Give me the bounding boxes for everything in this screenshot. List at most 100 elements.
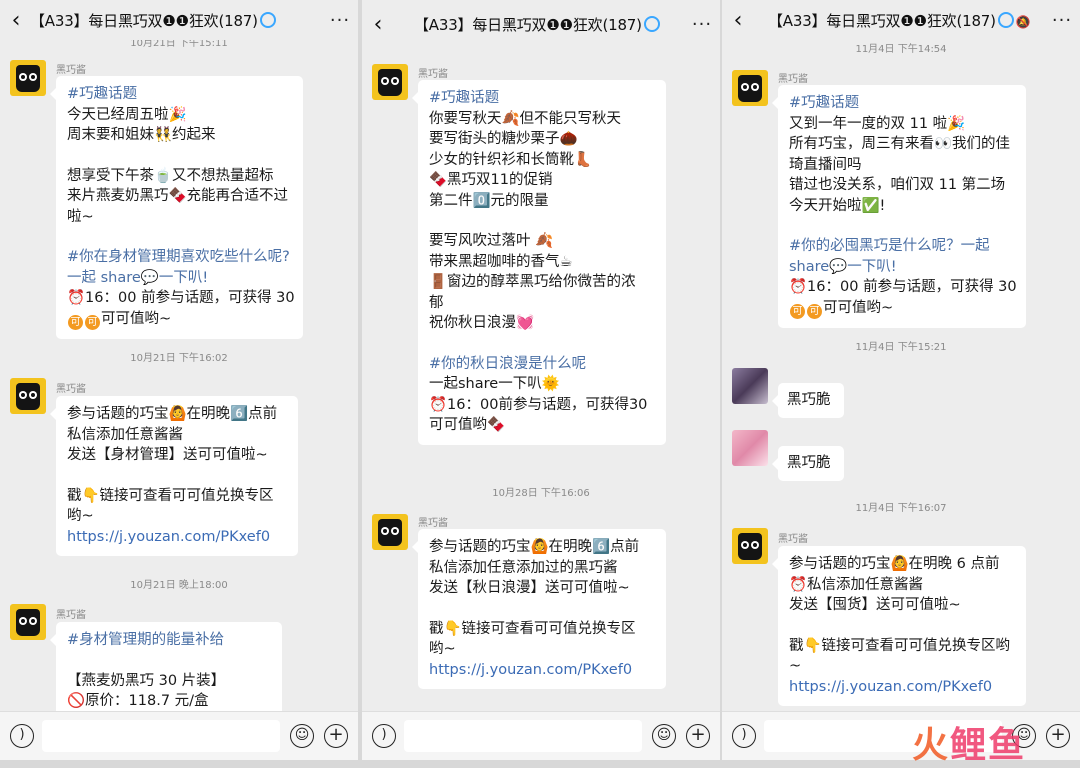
message-line: 戳👇链接可查看可可值兑换专区 (67, 487, 274, 504)
chat-title: 【A33】每日黑巧双❶❶狂欢(187) (30, 11, 258, 30)
sender-name: 黑巧酱 (56, 384, 86, 395)
message-line: 参与话题的巧宝🙆在明晚 6 点前 (789, 556, 1000, 572)
message-line: ~ (789, 658, 802, 674)
message-bubble[interactable]: #巧趣话题 今天已经周五啦🎉 周末要和姐妹👯约起来 想享受下午茶🍵又不想热量超标… (50, 76, 303, 339)
avatar[interactable] (372, 64, 408, 100)
message-line: 要写风吹过落叶 🍂 (429, 233, 554, 249)
message-bubble[interactable]: 参与话题的巧宝🙆在明晚6️⃣点前 私信添加任意酱酱 发送【身材管理】送可可值啦~… (50, 396, 298, 556)
chevron-left-icon[interactable]: ‹ (364, 12, 392, 37)
voice-icon[interactable]: ) (372, 724, 396, 748)
message-link[interactable]: https://j.youzan.com/PKxef0 (429, 660, 656, 681)
message-line: 第二件0️⃣元的限量 (429, 192, 549, 209)
emoji-icon[interactable]: ☺ (290, 724, 314, 748)
ellipsis-icon[interactable]: ··· (684, 14, 720, 35)
chevron-left-icon[interactable]: ‹ (2, 8, 30, 33)
sender-name: 黑巧酱 (56, 65, 86, 76)
message-bubble[interactable]: 黑巧脆 (772, 446, 844, 481)
message-line: 发送【秋日浪漫】送可可值啦~ (429, 580, 630, 596)
message-line: 今天已经周五啦🎉 (67, 106, 187, 123)
message-line: 参与话题的巧宝🙆在明晚6️⃣点前 (67, 406, 278, 422)
sender-name: 黑巧酱 (56, 610, 86, 621)
avatar[interactable] (10, 60, 46, 96)
coin-icon: 可 (790, 303, 805, 319)
message-input[interactable] (42, 720, 280, 752)
message-line: 你要写秋天🍂但不能只写秋天 (429, 110, 622, 127)
group-live-icon (259, 11, 276, 28)
chat-title: 【A33】每日黑巧双❶❶狂欢(187) (768, 11, 996, 30)
message-bubble[interactable]: 参与话题的巧宝🙆在明晚6️⃣点前 私信添加任意添加过的黑巧酱 发送【秋日浪漫】送… (412, 529, 666, 689)
timestamp: 11月4日 下午16:07 (855, 503, 947, 514)
hashtag: #你的必囤黑巧是什么呢？一起 (789, 238, 990, 254)
message-line: 可可可可值哟~ (789, 298, 1016, 319)
message-line: ⏰16：00前参与话题，可获得30 (429, 396, 648, 413)
chevron-left-icon[interactable]: ‹ (724, 8, 752, 33)
emoji-icon[interactable]: ☺ (652, 724, 676, 748)
plus-icon[interactable]: + (686, 724, 710, 748)
timestamp: 10月21日 晚上18:00 (130, 580, 228, 591)
message-line: 发送【身材管理】送可可值啦~ (67, 447, 268, 463)
coin-icon: 可 (85, 314, 100, 330)
ellipsis-icon[interactable]: ··· (1044, 10, 1080, 31)
avatar[interactable] (372, 514, 408, 550)
message-line: 郁 (429, 294, 444, 311)
hashtag: #巧趣话题 (429, 90, 500, 106)
message-list[interactable]: 10月21日 下午15:11 黑巧酱 #巧趣话题 今天已经周五啦🎉 周末要和姐妹… (0, 40, 358, 712)
mute-bell-icon: 🔕 (1015, 14, 1031, 29)
avatar[interactable] (732, 430, 768, 466)
timestamp: 11月4日 下午15:21 (855, 342, 947, 353)
chat-screen-3: ‹ 【A33】每日黑巧双❶❶狂欢(187) 🔕 ··· 11月4日 下午14:54… (722, 0, 1080, 760)
message-line: 所有巧宝，周三有来看👀我们的佳 (789, 136, 1011, 152)
voice-icon[interactable]: ) (10, 724, 34, 748)
screenshot-collage: ‹ 【A33】每日黑巧双❶❶狂欢(187) ··· 10月21日 下午15:11… (0, 0, 1080, 766)
hashtag: #巧趣话题 (789, 95, 860, 111)
plus-icon[interactable]: + (1046, 724, 1070, 748)
timestamp: 10月21日 下午16:02 (130, 353, 228, 364)
coin-icon: 可 (68, 314, 83, 330)
message-line: 啦~ (67, 208, 94, 225)
message-line: 周末要和姐妹👯约起来 (67, 127, 216, 143)
message-line: 错过也没关系，咱们双 11 第二场 (789, 177, 1006, 193)
sender-name: 黑巧酱 (418, 518, 448, 529)
avatar[interactable] (732, 368, 768, 404)
message-line: 又到一年一度的双 11 啦🎉 (789, 115, 966, 132)
message-list[interactable]: 11月4日 下午14:54 黑巧酱 #巧趣话题 又到一年一度的双 11 啦🎉 所… (722, 40, 1080, 712)
message-link[interactable]: https://j.youzan.com/PKxef0 (789, 677, 1016, 698)
avatar[interactable] (10, 604, 46, 640)
message-line: 琦直播间吗 (789, 156, 862, 173)
message-list[interactable]: 黑巧酱 #巧趣话题 你要写秋天🍂但不能只写秋天 要写街头的糖炒栗子🌰 少女的针织… (362, 44, 720, 712)
message-bubble[interactable]: 黑巧脆 (772, 383, 844, 418)
avatar[interactable] (732, 528, 768, 564)
ellipsis-icon[interactable]: ··· (322, 10, 358, 31)
voice-icon[interactable]: ) (732, 724, 756, 748)
message-line: share💬一下叭! (789, 258, 897, 275)
message-input[interactable] (404, 720, 642, 752)
plus-icon[interactable]: + (324, 724, 348, 748)
message-bubble[interactable]: 参与话题的巧宝🙆在明晚 6 点前 ⏰私信添加任意酱酱 发送【囤货】送可可值啦~ … (772, 546, 1026, 706)
chat-title: 【A33】每日黑巧双❶❶狂欢(187) (414, 15, 642, 34)
message-bubble[interactable]: #巧趣话题 你要写秋天🍂但不能只写秋天 要写街头的糖炒栗子🌰 少女的针织衫和长筒… (412, 80, 666, 445)
message-line: 黑巧脆 (787, 455, 831, 471)
message-bubble[interactable]: #巧趣话题 又到一年一度的双 11 啦🎉 所有巧宝，周三有来看👀我们的佳 琦直播… (772, 85, 1026, 328)
avatar[interactable] (732, 70, 768, 106)
message-line: ⏰私信添加任意酱酱 (789, 576, 924, 593)
message-line: 🍫黑巧双11的促销 (429, 172, 553, 188)
message-line: 要写街头的糖炒栗子🌰 (429, 131, 578, 147)
sender-name: 黑巧酱 (778, 534, 808, 545)
hashtag: #巧趣话题 (67, 86, 138, 102)
message-line: ⏰16：00 前参与话题，可获得 30 (789, 279, 1017, 295)
message-link[interactable]: https://j.youzan.com/PKxef0 (67, 527, 288, 548)
coin-icon: 可 (807, 303, 822, 319)
timestamp: 11月4日 下午14:54 (855, 44, 947, 55)
message-line: 可可值哟🍫 (429, 417, 506, 433)
timestamp: 10月21日 下午15:11 (130, 40, 228, 49)
message-bubble[interactable]: #身材管理期的能量补给 【燕麦奶黑巧 30 片装】 🚫原价：118.7 元/盒 (50, 622, 282, 712)
message-line: 来片燕麦奶黑巧🍫充能再合适不过 (67, 188, 289, 204)
message-line: 可可可可值哟~ (67, 309, 293, 330)
avatar[interactable] (10, 378, 46, 414)
chat-header: ‹ 【A33】每日黑巧双❶❶狂欢(187) ··· (0, 0, 358, 40)
input-bar: ) ☺ + (0, 711, 358, 760)
input-bar: ) ☺ + (722, 711, 1080, 760)
chat-screen-2: ‹ 【A33】每日黑巧双❶❶狂欢(187) ··· 黑巧酱 #巧趣话题 你要写秋… (362, 0, 720, 760)
group-live-icon (643, 15, 660, 32)
message-line: 今天开始啦✅! (789, 197, 886, 214)
